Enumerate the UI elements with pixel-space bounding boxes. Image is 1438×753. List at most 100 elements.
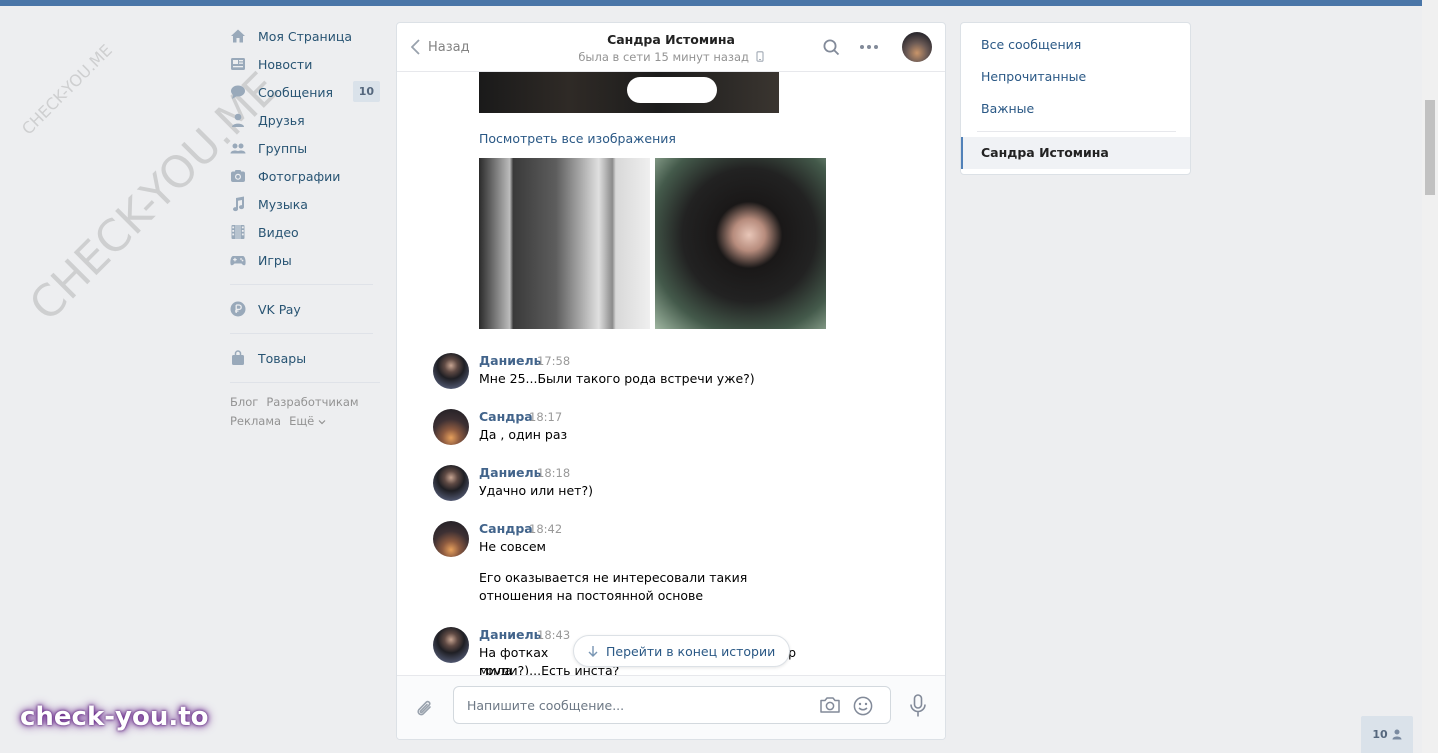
- message-author[interactable]: Даниель: [479, 627, 542, 642]
- filter-important[interactable]: Важные: [981, 101, 1034, 116]
- sidebar-item-label: Игры: [258, 252, 292, 268]
- news-icon: [230, 56, 246, 72]
- sidebar-divider: [230, 382, 380, 383]
- message-author[interactable]: Сандра: [479, 409, 533, 424]
- sidebar-item-label: Сообщения: [258, 84, 334, 100]
- more-options-icon[interactable]: [859, 40, 879, 57]
- groups-icon: [230, 140, 246, 156]
- vk-pay-icon: [230, 301, 246, 317]
- sidebar-item-label: Новости: [258, 56, 313, 72]
- message-history[interactable]: Посмотреть все изображения Даниель 17:58…: [397, 72, 945, 676]
- online-friends-badge[interactable]: 10: [1361, 716, 1413, 753]
- friends-icon: [230, 112, 246, 128]
- messages-icon: [230, 84, 246, 100]
- dialogs-filter-panel: Все сообщения Непрочитанные Важные Сандр…: [960, 22, 1191, 175]
- arrow-down-icon: [588, 646, 598, 657]
- sidebar-item-label: Группы: [258, 140, 308, 156]
- user-icon: [1392, 729, 1402, 740]
- emoji-icon[interactable]: [853, 696, 873, 719]
- sidebar-item-my-page[interactable]: Моя Страница: [230, 22, 380, 50]
- games-icon: [230, 252, 246, 268]
- footer-link-developers[interactable]: Разработчикам: [266, 395, 358, 409]
- filter-unread[interactable]: Непрочитанные: [981, 69, 1086, 84]
- filter-all-messages[interactable]: Все сообщения: [981, 37, 1081, 52]
- attach-icon[interactable]: [415, 698, 435, 723]
- music-icon: [230, 196, 246, 212]
- sidebar-item-friends[interactable]: Друзья: [230, 106, 380, 134]
- watermark-brand: check-you.to: [20, 702, 209, 732]
- message-item: Даниель 18:18 Удачно или нет?): [433, 465, 913, 505]
- online-friends-count: 10: [1372, 728, 1388, 741]
- sidebar-item-label: Моя Страница: [258, 28, 352, 44]
- top-bar: [0, 0, 1422, 6]
- sidebar-item-games[interactable]: Игры: [230, 246, 380, 274]
- message-item: Сандра 18:42 Не совсем Его оказывается н…: [433, 521, 913, 611]
- jump-to-end-label: Перейти в конец истории: [606, 643, 776, 659]
- message-time: 17:58: [537, 354, 571, 368]
- peer-avatar[interactable]: [902, 32, 932, 62]
- sidebar-divider: [230, 333, 373, 334]
- search-icon[interactable]: [823, 39, 840, 59]
- sidebar-item-label: Музыка: [258, 196, 308, 212]
- photo-attachment-2[interactable]: [655, 158, 826, 329]
- message-author[interactable]: Сандра: [479, 521, 533, 536]
- mobile-icon: [756, 51, 764, 62]
- sidebar-item-label: Товары: [258, 350, 307, 366]
- message-text: Удачно или нет?): [479, 483, 593, 498]
- chevron-down-icon: [318, 420, 326, 425]
- sidebar-item-vk-pay[interactable]: VK Pay: [230, 295, 380, 323]
- messages-count-badge: 10: [352, 81, 380, 102]
- message-text: Его оказывается не интересовали такия от…: [479, 570, 748, 603]
- photo-attachment-1[interactable]: [479, 158, 650, 329]
- page-scrollbar[interactable]: [1422, 0, 1438, 753]
- microphone-icon[interactable]: [909, 694, 927, 721]
- message-time: 18:18: [537, 466, 571, 480]
- footer-link-more[interactable]: Ещё: [289, 414, 326, 428]
- sidebar-item-label: VK Pay: [258, 301, 301, 317]
- message-time: 18:43: [537, 628, 571, 642]
- video-icon: [230, 224, 246, 240]
- sidebar-item-news[interactable]: Новости: [230, 50, 380, 78]
- message-text: Да , один раз: [479, 427, 568, 442]
- sidebar-item-groups[interactable]: Группы: [230, 134, 380, 162]
- sidebar-item-label: Друзья: [258, 112, 305, 128]
- message-item: Даниель 17:58 Мне 25...Были такого рода …: [433, 353, 913, 393]
- sidebar-item-music[interactable]: Музыка: [230, 190, 380, 218]
- message-author[interactable]: Даниель: [479, 353, 542, 368]
- message-author[interactable]: Даниель: [479, 465, 542, 480]
- home-icon: [230, 28, 246, 44]
- avatar[interactable]: [433, 521, 469, 557]
- filter-divider: [977, 131, 1176, 132]
- sidebar-item-label: Фотографии: [258, 168, 341, 184]
- scrollbar-thumb[interactable]: [1425, 100, 1435, 195]
- jump-to-end-button[interactable]: Перейти в конец истории: [573, 635, 791, 667]
- left-sidebar: Моя Страница Новости Сообщения 10 Друзья…: [230, 22, 380, 431]
- attached-image-partial[interactable]: [479, 72, 779, 113]
- sidebar-divider: [230, 284, 373, 285]
- footer-link-blog[interactable]: Блог: [230, 395, 258, 409]
- sidebar-item-video[interactable]: Видео: [230, 218, 380, 246]
- message-time: 18:17: [529, 410, 563, 424]
- active-dialog-name: Сандра Истомина: [981, 145, 1109, 160]
- chat-header: Назад Сандра Истомина была в сети 15 мин…: [397, 23, 945, 72]
- footer-link-ads[interactable]: Реклама: [230, 414, 281, 428]
- avatar[interactable]: [433, 353, 469, 389]
- sidebar-item-photos[interactable]: Фотографии: [230, 162, 380, 190]
- sidebar-footer-links: Блог Разработчикам Реклама Ещё: [230, 393, 380, 431]
- avatar[interactable]: [433, 465, 469, 501]
- avatar[interactable]: [433, 409, 469, 445]
- watermark-small: CHECK-YOU.ME: [18, 40, 116, 139]
- peer-status-text: была в сети 15 минут назад: [578, 50, 750, 64]
- active-dialog-item[interactable]: Сандра Истомина: [961, 137, 1190, 169]
- shopping-bag-icon: [230, 350, 246, 366]
- camera-icon[interactable]: [819, 696, 841, 717]
- message-composer: [397, 675, 945, 739]
- message-item: Сандра 18:17 Да , один раз: [433, 409, 913, 449]
- message-text: Не совсем: [479, 539, 546, 554]
- avatar[interactable]: [433, 627, 469, 663]
- see-all-images-link[interactable]: Посмотреть все изображения: [479, 131, 676, 146]
- sidebar-item-messages[interactable]: Сообщения 10: [230, 78, 380, 106]
- footer-link-more-label: Ещё: [289, 414, 315, 428]
- message-time: 18:42: [529, 522, 563, 536]
- sidebar-item-goods[interactable]: Товары: [230, 344, 380, 372]
